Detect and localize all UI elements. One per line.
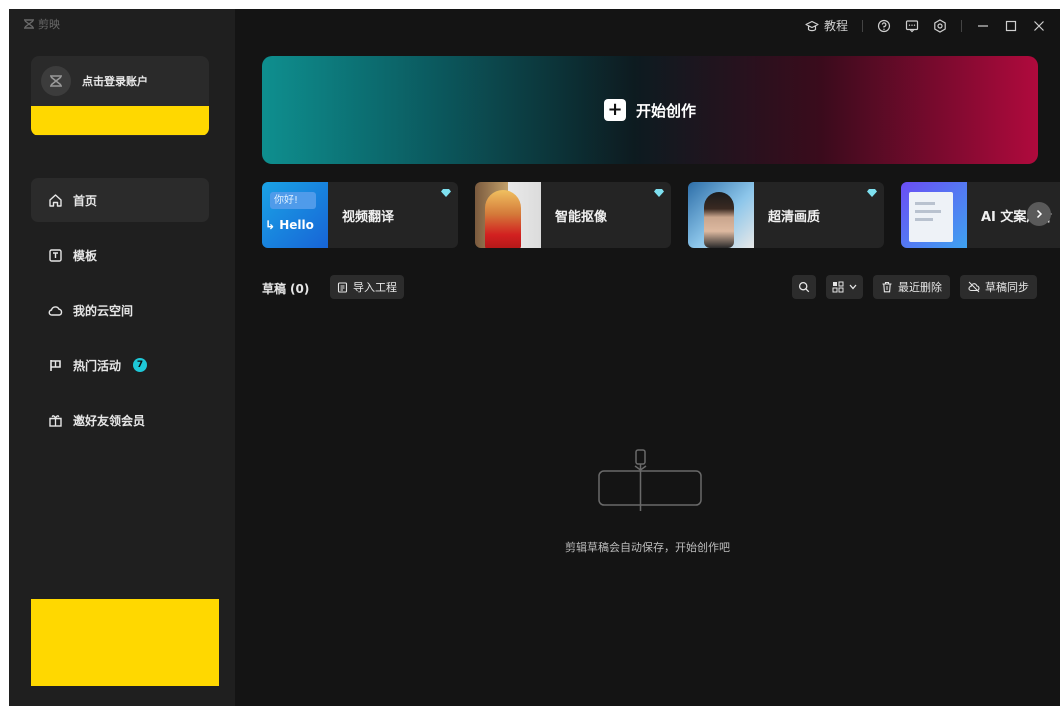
cloud-icon — [48, 305, 63, 316]
account-card[interactable]: 点击登录账户 — [31, 56, 209, 136]
divider — [862, 19, 863, 32]
search-icon — [798, 281, 810, 293]
recently-deleted-button[interactable]: 最近删除 — [873, 275, 950, 299]
maximize-icon[interactable] — [1004, 19, 1018, 33]
drafts-toolbar: 最近删除 草稿同步 — [792, 275, 1037, 299]
carousel-next-button[interactable] — [1027, 202, 1051, 226]
search-button[interactable] — [792, 275, 816, 299]
chevron-right-icon — [1036, 209, 1043, 219]
login-link[interactable]: 点击登录账户 — [82, 73, 148, 89]
sidebar: 剪映 点击登录账户 首页 模板 我的云空间 热门活动 7 邀好友领会员 — [9, 9, 235, 706]
smart-cutout-thumbnail — [475, 182, 541, 248]
view-mode-dropdown[interactable] — [826, 275, 863, 299]
capcut-logo-icon — [50, 75, 62, 87]
drafts-heading: 草稿 (0) — [262, 280, 309, 297]
drafts-count: (0) — [290, 282, 310, 296]
sidebar-item-label: 我的云空间 — [73, 303, 134, 318]
brand: 剪映 — [23, 16, 60, 32]
feature-card-smart-cutout[interactable]: 智能抠像 — [475, 182, 671, 248]
tutorial-icon — [805, 19, 819, 33]
empty-drafts-message: 剪辑草稿会自动保存，开始创作吧 — [565, 541, 730, 554]
cloud-sync-icon — [968, 281, 980, 293]
text-line — [915, 218, 933, 221]
draft-sync-label: 草稿同步 — [985, 281, 1029, 294]
home-icon — [49, 193, 62, 207]
thumb-text: Hello — [279, 218, 314, 232]
close-icon[interactable] — [1032, 19, 1046, 33]
account-row[interactable]: 点击登录账户 — [41, 66, 148, 96]
flag-icon — [50, 359, 61, 371]
empty-drafts-illustration — [598, 449, 702, 511]
text-line — [915, 210, 941, 213]
sidebar-item-label: 邀好友领会员 — [73, 413, 146, 428]
capcut-logo-icon — [24, 19, 34, 29]
grid-view-icon — [832, 281, 844, 293]
text-line — [915, 202, 935, 205]
sidebar-item-templates[interactable]: 模板 — [31, 233, 209, 277]
notification-badge: 7 — [133, 358, 148, 372]
divider — [961, 19, 962, 32]
tutorial-label: 教程 — [823, 19, 848, 33]
feature-label: 智能抠像 — [555, 210, 608, 225]
app-window: 剪映 点击登录账户 首页 模板 我的云空间 热门活动 7 邀好友领会员 教程 +… — [9, 9, 1060, 706]
sidebar-item-cloud[interactable]: 我的云空间 — [31, 288, 209, 332]
feature-carousel: 你好! ↳ Hello 视频翻译 智能抠像 超清画质 AI 文案成片 — [262, 182, 1060, 248]
sidebar-item-home[interactable]: 首页 — [31, 178, 209, 222]
feature-label: 视频翻译 — [342, 210, 395, 225]
sidebar-item-events[interactable]: 热门活动 7 — [31, 343, 209, 387]
minimize-icon[interactable] — [976, 19, 990, 33]
feature-label: 超清画质 — [768, 210, 821, 225]
document-image — [909, 192, 953, 242]
redaction-block — [31, 599, 219, 686]
chevron-down-icon — [849, 284, 857, 290]
feedback-icon[interactable] — [905, 19, 919, 33]
gift-icon — [49, 414, 62, 427]
diamond-icon — [441, 189, 451, 197]
brand-name: 剪映 — [38, 18, 60, 31]
diamond-icon — [654, 189, 664, 197]
import-project-button[interactable]: 导入工程 — [330, 275, 404, 299]
title-bar: 教程 — [235, 9, 1060, 43]
tutorial-button[interactable]: 教程 — [805, 17, 848, 34]
draft-sync-button[interactable]: 草稿同步 — [960, 275, 1037, 299]
start-creating-button[interactable]: + 开始创作 — [262, 56, 1038, 164]
hd-quality-thumbnail — [688, 182, 754, 248]
sidebar-item-label: 模板 — [73, 248, 98, 263]
recently-deleted-label: 最近删除 — [898, 281, 942, 294]
sidebar-item-label: 首页 — [73, 193, 98, 208]
import-project-label: 导入工程 — [353, 281, 397, 294]
figure-image — [485, 190, 521, 248]
thumb-text: ↳ Hello — [265, 218, 314, 232]
feature-card-video-translate[interactable]: 你好! ↳ Hello 视频翻译 — [262, 182, 458, 248]
settings-icon[interactable] — [933, 18, 947, 33]
feature-card-hd-quality[interactable]: 超清画质 — [688, 182, 884, 248]
thumb-text: 你好! — [270, 192, 316, 209]
sidebar-item-invite[interactable]: 邀好友领会员 — [31, 398, 209, 442]
sidebar-nav: 首页 模板 我的云空间 热门活动 7 邀好友领会员 — [31, 178, 209, 453]
sidebar-item-label: 热门活动 — [73, 358, 122, 373]
start-creating-label: 开始创作 — [635, 101, 696, 120]
diamond-icon — [867, 189, 877, 197]
trash-icon — [882, 281, 892, 293]
window-controls: 教程 — [805, 17, 1046, 34]
help-icon[interactable] — [877, 19, 891, 33]
ai-script-thumbnail — [901, 182, 967, 248]
redaction-block — [31, 106, 209, 135]
avatar — [41, 66, 71, 96]
drafts-title: 草稿 — [262, 282, 287, 296]
template-icon — [49, 248, 62, 262]
portrait-image — [704, 192, 734, 248]
video-translate-thumbnail: 你好! ↳ Hello — [262, 182, 328, 248]
plus-icon: + — [603, 99, 626, 121]
file-icon — [337, 281, 348, 293]
